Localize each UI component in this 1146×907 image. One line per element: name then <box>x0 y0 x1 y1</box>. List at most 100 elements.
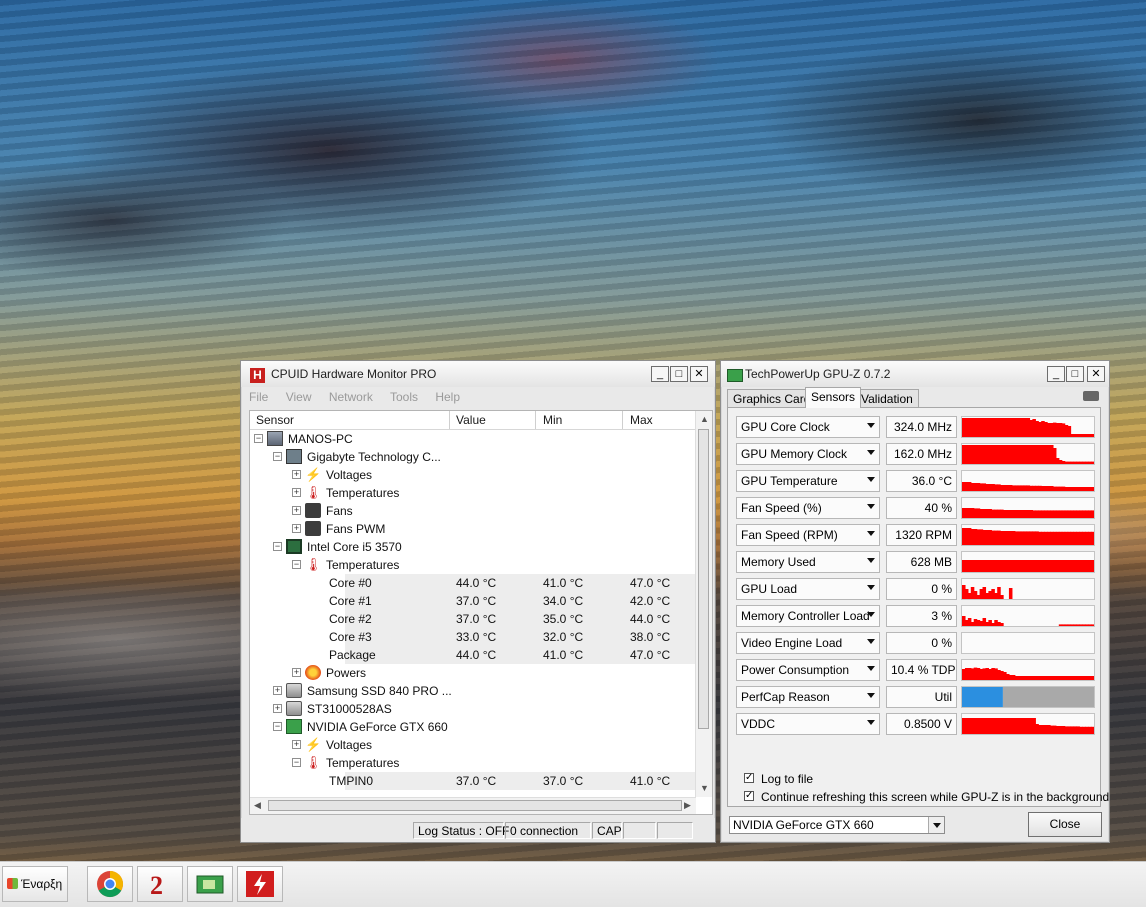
column-separator[interactable] <box>449 411 450 429</box>
tree-node-row[interactable]: + ⚡ Voltages <box>250 466 696 484</box>
sensor-name-dropdown[interactable]: Video Engine Load <box>736 632 880 654</box>
taskbar-pdf-app[interactable] <box>237 866 283 902</box>
expand-icon[interactable]: + <box>292 488 301 497</box>
collapse-icon[interactable]: − <box>273 452 282 461</box>
tree-node-row[interactable]: − Gigabyte Technology C... <box>250 448 696 466</box>
tree-node-row[interactable]: + ST31000528AS <box>250 700 696 718</box>
expand-icon[interactable]: + <box>292 740 301 749</box>
tree-node-row[interactable]: − Intel Core i5 3570 <box>250 538 696 556</box>
log-to-file-checkbox[interactable]: ✓ <box>744 773 754 783</box>
menu-tools[interactable]: Tools <box>390 390 418 404</box>
taskbar-gpuz[interactable] <box>187 866 233 902</box>
vertical-scrollbar[interactable]: ▲ ▼ <box>695 411 712 797</box>
column-value[interactable]: Value <box>456 413 486 429</box>
menu-network[interactable]: Network <box>329 390 373 404</box>
menu-help[interactable]: Help <box>435 390 460 404</box>
sensor-name-dropdown[interactable]: GPU Core Clock <box>736 416 880 438</box>
column-separator[interactable] <box>622 411 623 429</box>
chevron-down-icon[interactable] <box>867 585 875 590</box>
sensor-name-dropdown[interactable]: GPU Memory Clock <box>736 443 880 465</box>
tab-graphics-card[interactable]: Graphics Card <box>727 389 817 407</box>
tree-node-row[interactable]: + Fans PWM <box>250 520 696 538</box>
sensor-name-dropdown[interactable]: PerfCap Reason <box>736 686 880 708</box>
sensor-reading-row[interactable]: Core #0 44.0 °C 41.0 °C 47.0 °C <box>250 574 696 592</box>
collapse-icon[interactable]: − <box>292 758 301 767</box>
chevron-down-icon[interactable] <box>867 477 875 482</box>
screenshot-camera-icon[interactable] <box>1083 391 1099 401</box>
tree-node-row[interactable]: − 🌡 Temperatures <box>250 754 696 772</box>
sensor-tree[interactable]: Sensor Value Min Max − MANOS-PC − Gigabyte … <box>249 410 713 815</box>
expand-icon[interactable]: + <box>292 668 301 677</box>
gpuz-titlebar[interactable]: TechPowerUp GPU-Z 0.7.2 _ □ ✕ <box>721 361 1109 387</box>
continue-refresh-checkbox[interactable]: ✓ <box>744 791 754 801</box>
chevron-down-icon[interactable] <box>867 423 875 428</box>
tree-node-row[interactable]: − MANOS-PC <box>250 430 696 448</box>
expand-icon[interactable]: + <box>273 704 282 713</box>
tree-node-row[interactable]: + 🌡 Temperatures <box>250 484 696 502</box>
close-button[interactable]: ✕ <box>1087 366 1105 382</box>
tree-node-row[interactable]: + Samsung SSD 840 PRO ... <box>250 682 696 700</box>
expand-icon[interactable]: + <box>292 506 301 515</box>
chevron-down-icon[interactable] <box>867 612 875 617</box>
menu-view[interactable]: View <box>286 390 312 404</box>
chevron-down-icon[interactable] <box>867 666 875 671</box>
column-separator[interactable] <box>535 411 536 429</box>
chevron-down-icon[interactable] <box>928 817 944 833</box>
scrollbar-thumb[interactable] <box>268 800 682 811</box>
chevron-down-icon[interactable] <box>867 693 875 698</box>
maximize-button[interactable]: □ <box>670 366 688 382</box>
minimize-button[interactable]: _ <box>651 366 669 382</box>
sensor-name-dropdown[interactable]: Fan Speed (%) <box>736 497 880 519</box>
column-sensor[interactable]: Sensor <box>256 413 294 429</box>
chevron-down-icon[interactable] <box>867 639 875 644</box>
tab-validation[interactable]: Validation <box>855 389 919 407</box>
collapse-icon[interactable]: − <box>273 722 282 731</box>
collapse-icon[interactable]: − <box>292 560 301 569</box>
sensor-name-dropdown[interactable]: Fan Speed (RPM) <box>736 524 880 546</box>
sensor-reading-row[interactable]: Core #3 33.0 °C 32.0 °C 38.0 °C <box>250 628 696 646</box>
sensor-name-dropdown[interactable]: GPU Load <box>736 578 880 600</box>
taskbar-guild-wars-2[interactable]: 2 <box>137 866 183 902</box>
chevron-down-icon[interactable] <box>867 450 875 455</box>
expand-icon[interactable]: + <box>292 470 301 479</box>
sensor-name-dropdown[interactable]: Memory Controller Load <box>736 605 880 627</box>
expand-icon[interactable]: + <box>292 524 301 533</box>
tree-node-row[interactable]: + Powers <box>250 664 696 682</box>
scroll-left-icon[interactable]: ◀ <box>254 800 261 811</box>
sensor-reading-row[interactable]: TMPIN0 37.0 °C 37.0 °C 41.0 °C <box>250 772 696 790</box>
column-min[interactable]: Min <box>543 413 562 429</box>
tree-node-row[interactable]: + Fans <box>250 502 696 520</box>
sensor-name-dropdown[interactable]: VDDC <box>736 713 880 735</box>
sensor-reading-row[interactable]: Core #2 37.0 °C 35.0 °C 44.0 °C <box>250 610 696 628</box>
chevron-down-icon[interactable] <box>867 504 875 509</box>
maximize-button[interactable]: □ <box>1066 366 1084 382</box>
tree-node-row[interactable]: − 🌡 Temperatures <box>250 556 696 574</box>
minimize-button[interactable]: _ <box>1047 366 1065 382</box>
scrollbar-thumb[interactable] <box>698 429 709 729</box>
scroll-right-icon[interactable]: ▶ <box>684 800 691 811</box>
scroll-down-icon[interactable]: ▼ <box>700 783 709 793</box>
chevron-down-icon[interactable] <box>867 720 875 725</box>
collapse-icon[interactable]: − <box>254 434 263 443</box>
horizontal-scrollbar[interactable]: ◀ ▶ <box>250 797 696 814</box>
expand-icon[interactable]: + <box>273 686 282 695</box>
column-max[interactable]: Max <box>630 413 653 429</box>
tree-node-row[interactable]: − NVIDIA GeForce GTX 660 <box>250 718 696 736</box>
close-dialog-button[interactable]: Close <box>1028 812 1102 837</box>
sensor-reading-row[interactable]: Core #1 37.0 °C 34.0 °C 42.0 °C <box>250 592 696 610</box>
close-button[interactable]: ✕ <box>690 366 708 382</box>
menu-file[interactable]: File <box>249 390 268 404</box>
sensor-name-dropdown[interactable]: Power Consumption <box>736 659 880 681</box>
start-button[interactable]: Έναρξη <box>2 866 68 902</box>
sensor-name-dropdown[interactable]: GPU Temperature <box>736 470 880 492</box>
collapse-icon[interactable]: − <box>273 542 282 551</box>
sensor-reading-row[interactable]: Package 44.0 °C 41.0 °C 47.0 °C <box>250 646 696 664</box>
chevron-down-icon[interactable] <box>867 531 875 536</box>
tree-node-row[interactable]: + ⚡ Voltages <box>250 736 696 754</box>
tab-sensors[interactable]: Sensors <box>805 387 862 408</box>
sensor-name-dropdown[interactable]: Memory Used <box>736 551 880 573</box>
gpu-select-dropdown[interactable]: NVIDIA GeForce GTX 660 <box>729 816 945 834</box>
scroll-up-icon[interactable]: ▲ <box>700 414 709 424</box>
taskbar-chrome[interactable] <box>87 866 133 902</box>
hwmonitor-titlebar[interactable]: H CPUID Hardware Monitor PRO _ □ ✕ <box>241 361 715 387</box>
